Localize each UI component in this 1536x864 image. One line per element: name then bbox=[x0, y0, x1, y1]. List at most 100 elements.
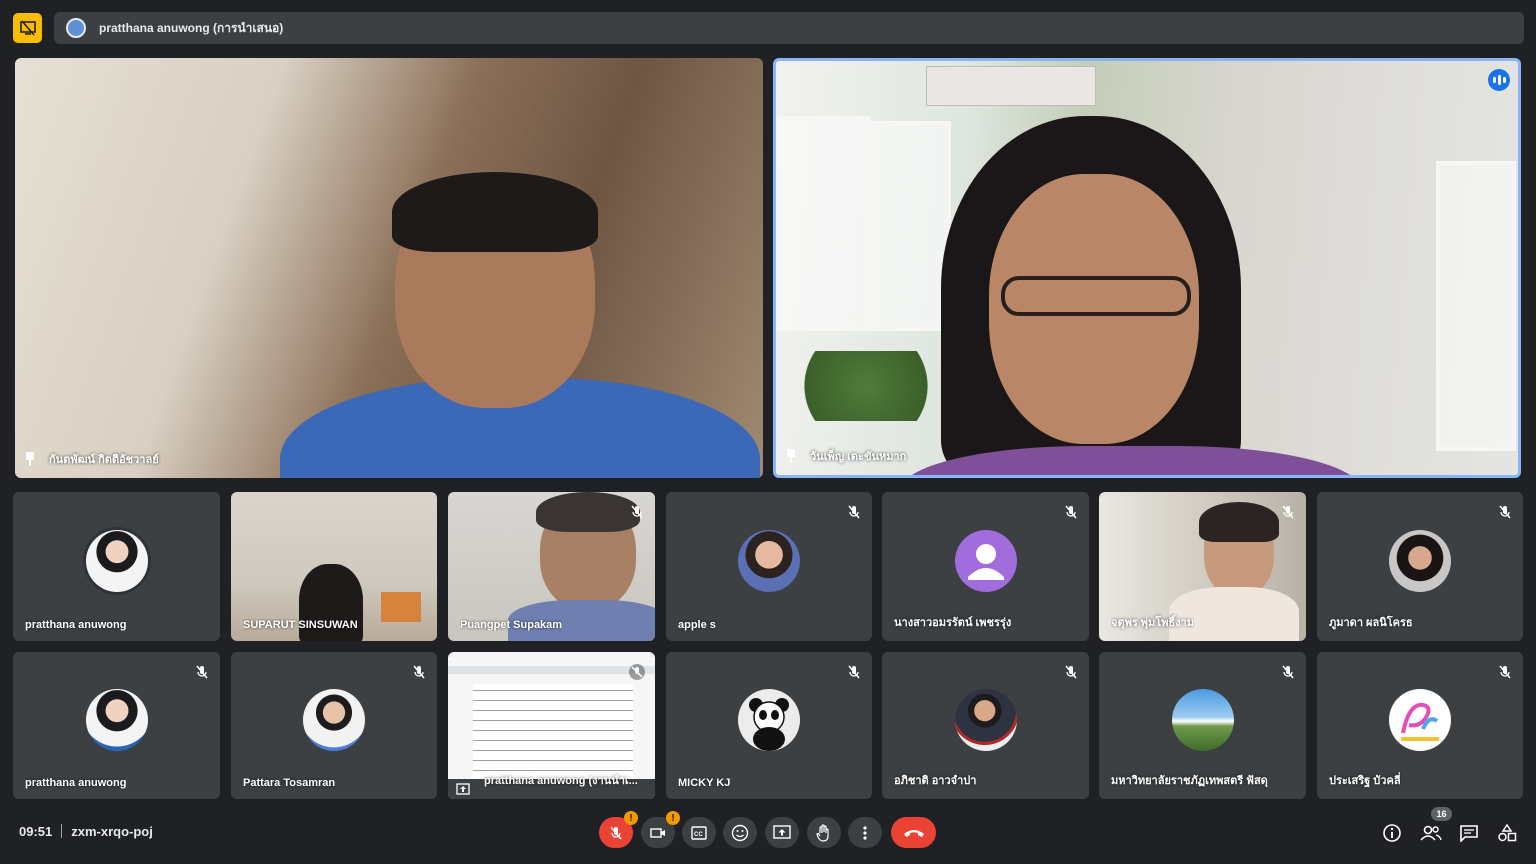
speaking-indicator-icon bbox=[1488, 69, 1510, 91]
background-window bbox=[1436, 161, 1516, 451]
participant-avatar bbox=[1171, 688, 1234, 751]
participant-tile[interactable]: จตุพร พุ่มโพธิ์งาม bbox=[1099, 492, 1306, 641]
svg-text:CC: CC bbox=[694, 832, 703, 838]
background-window bbox=[776, 116, 871, 331]
participant-name: วันเพ็ญ เตะขันหมาก bbox=[810, 451, 907, 463]
captions-icon: CC bbox=[691, 825, 707, 840]
end-call-button[interactable] bbox=[891, 817, 936, 848]
mic-off-icon bbox=[1282, 665, 1294, 679]
top-bar: pratthana anuwong (การนำเสนอ) bbox=[0, 0, 1536, 56]
panda-icon bbox=[749, 697, 789, 751]
background-plant bbox=[786, 351, 946, 421]
main-video-tile-1[interactable]: กันตพัฒน์ กิตติอัชวาลย์ bbox=[15, 58, 763, 478]
document-toolbar bbox=[448, 666, 655, 674]
pin-icon[interactable] bbox=[786, 449, 796, 463]
participant-tile[interactable]: Puangpet Supakam bbox=[448, 492, 655, 641]
participant-avatar bbox=[85, 529, 148, 592]
background-window bbox=[871, 121, 951, 331]
mic-off-icon bbox=[1065, 505, 1077, 519]
person-icon bbox=[967, 543, 1004, 580]
participant-tile[interactable]: MICKY KJ bbox=[666, 652, 872, 799]
chat-icon bbox=[1460, 825, 1478, 842]
info-icon bbox=[1383, 824, 1401, 842]
end-call-icon bbox=[903, 829, 924, 837]
activities-icon bbox=[1498, 823, 1517, 842]
present-icon bbox=[773, 824, 791, 839]
present-now-button[interactable] bbox=[765, 817, 799, 848]
participant-avatar bbox=[738, 688, 800, 751]
participant-avatar bbox=[738, 529, 800, 592]
raise-hand-button[interactable] bbox=[807, 817, 841, 848]
present-off-icon bbox=[19, 20, 36, 36]
pin-icon[interactable] bbox=[25, 452, 35, 466]
participant-count-badge: 16 bbox=[1431, 807, 1452, 821]
meeting-code: zxm-xrqo-poj bbox=[71, 824, 153, 839]
mic-off-icon bbox=[413, 665, 425, 679]
background-object bbox=[381, 592, 421, 622]
participant-name: จตุพร พุ่มโพธิ์งาม bbox=[1111, 617, 1194, 629]
participant-tile[interactable]: apple s bbox=[666, 492, 872, 641]
participant-name: pratthana anuwong bbox=[25, 777, 127, 789]
participant-name: Puangpet Supakam bbox=[460, 619, 563, 631]
presenter-avatar bbox=[66, 18, 86, 38]
participant-avatar bbox=[1389, 529, 1451, 592]
participant-avatar bbox=[303, 688, 365, 751]
participant-tile[interactable]: นางสาวอมรรัตน์ เพชรรุ่ง bbox=[882, 492, 1089, 641]
tile-name-label: กันตพัฒน์ กิตติอัชวาลย์ bbox=[25, 450, 159, 468]
captions-button[interactable]: CC bbox=[682, 817, 716, 848]
participant-name: SUPARUT SINSUWAN bbox=[243, 619, 358, 631]
people-button[interactable] bbox=[1420, 822, 1442, 844]
activities-button[interactable] bbox=[1496, 822, 1518, 844]
presentation-toggle-button[interactable] bbox=[13, 13, 42, 43]
participant-avatar bbox=[85, 688, 148, 751]
presenter-label: pratthana anuwong (การนำเสนอ) bbox=[99, 20, 284, 35]
more-options-button[interactable] bbox=[848, 817, 882, 848]
meeting-info: 09:51 zxm-xrqo-poj bbox=[19, 824, 153, 839]
participant-name: pratthana anuwong bbox=[25, 619, 127, 631]
warning-badge-icon: ! bbox=[666, 811, 680, 825]
emoji-icon bbox=[731, 824, 749, 841]
participant-name: pratthana anuwong (งานนำเ... bbox=[484, 775, 638, 787]
participant-name: ภูมาดา ผลนิโครธ bbox=[1329, 617, 1413, 629]
mic-off-icon bbox=[1499, 665, 1511, 679]
main-video-tile-2[interactable]: วันเพ็ญ เตะขันหมาก bbox=[773, 58, 1521, 478]
document-preview bbox=[473, 684, 633, 784]
mic-off-icon bbox=[848, 665, 860, 679]
participant-video bbox=[901, 116, 1361, 475]
background-ac-unit bbox=[926, 66, 1096, 106]
presentation-banner[interactable]: pratthana anuwong (การนำเสนอ) bbox=[54, 12, 1524, 44]
participant-tile[interactable]: Pattara Tosamran bbox=[231, 652, 437, 799]
raise-hand-icon bbox=[816, 823, 829, 842]
participant-tile[interactable]: ภูมาดา ผลนิโครธ bbox=[1317, 492, 1523, 641]
participant-tile[interactable]: มหาวิทยาลัยราชภัฏเทพสตรี ฟัสดุ bbox=[1099, 652, 1306, 799]
participant-tile-presentation[interactable]: pratthana anuwong (งานนำเ... bbox=[448, 652, 655, 799]
participant-name: อภิชาติ อาวจำปา bbox=[894, 775, 977, 787]
mic-off-icon bbox=[196, 665, 208, 679]
camera-off-icon bbox=[650, 827, 665, 838]
participant-name: กันตพัฒน์ กิตติอัชวาลย์ bbox=[49, 454, 159, 466]
clock-time: 09:51 bbox=[19, 824, 53, 839]
participant-avatar bbox=[954, 529, 1017, 592]
participant-name: ประเสริฐ บัวคลี่ bbox=[1329, 775, 1401, 787]
camera-toggle-button[interactable]: ! bbox=[641, 811, 680, 848]
mic-toggle-button[interactable]: ! bbox=[599, 811, 638, 848]
chat-button[interactable] bbox=[1458, 822, 1480, 844]
participant-name: มหาวิทยาลัยราชภัฏเทพสตรี ฟัสดุ bbox=[1111, 775, 1268, 787]
warning-badge-icon: ! bbox=[624, 811, 638, 825]
mic-off-icon bbox=[610, 826, 622, 839]
meeting-details-button[interactable] bbox=[1381, 822, 1403, 844]
participant-video bbox=[280, 172, 760, 478]
mic-off-icon bbox=[1282, 505, 1294, 519]
participant-tile[interactable]: SUPARUT SINSUWAN bbox=[231, 492, 437, 641]
present-screen-icon bbox=[456, 783, 470, 795]
mic-off-icon bbox=[848, 505, 860, 519]
people-icon bbox=[1420, 825, 1442, 841]
bottom-control-bar: 09:51 zxm-xrqo-poj ! ! CC 16 bbox=[0, 807, 1536, 864]
participant-tile[interactable]: pratthana anuwong bbox=[13, 652, 220, 799]
participant-tile[interactable]: ประเสริฐ บัวคลี่ bbox=[1317, 652, 1523, 799]
mic-off-icon bbox=[631, 505, 643, 519]
emoji-button[interactable] bbox=[723, 817, 757, 848]
participant-name: apple s bbox=[678, 619, 716, 631]
participant-tile[interactable]: อภิชาติ อาวจำปา bbox=[882, 652, 1089, 799]
participant-tile[interactable]: pratthana anuwong bbox=[13, 492, 220, 641]
